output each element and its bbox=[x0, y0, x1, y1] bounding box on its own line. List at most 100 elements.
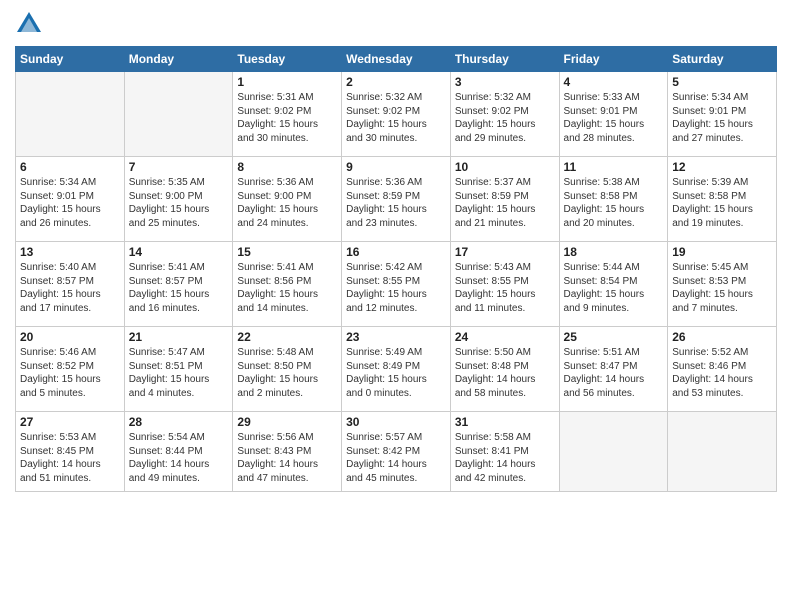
day-number: 10 bbox=[455, 160, 555, 174]
weekday-header-wednesday: Wednesday bbox=[342, 47, 451, 72]
calendar-cell: 7 Sunrise: 5:35 AM Sunset: 9:00 PM Daylig… bbox=[124, 157, 233, 242]
day-number: 15 bbox=[237, 245, 337, 259]
day-info: Sunrise: 5:47 AM Sunset: 8:51 PM Dayligh… bbox=[129, 346, 229, 400]
day-number: 5 bbox=[672, 75, 772, 89]
calendar-cell: 20 Sunrise: 5:46 AM Sunset: 8:52 PM Dayli… bbox=[16, 327, 125, 412]
day-number: 3 bbox=[455, 75, 555, 89]
weekday-header-row: SundayMondayTuesdayWednesdayThursdayFrid… bbox=[16, 47, 777, 72]
day-number: 23 bbox=[346, 330, 446, 344]
day-info: Sunrise: 5:33 AM Sunset: 9:01 PM Dayligh… bbox=[564, 91, 664, 145]
day-number: 20 bbox=[20, 330, 120, 344]
calendar-cell: 15Sunrise: 5:41 AM Sunset: 8:56 PM Dayli… bbox=[233, 242, 342, 327]
calendar-cell: 21 Sunrise: 5:47 AM Sunset: 8:51 PM Dayli… bbox=[124, 327, 233, 412]
calendar-cell: 6 Sunrise: 5:34 AM Sunset: 9:01 PM Daylig… bbox=[16, 157, 125, 242]
calendar-cell: 10Sunrise: 5:37 AM Sunset: 8:59 PM Dayli… bbox=[450, 157, 559, 242]
header bbox=[15, 10, 777, 38]
week-row-4: 20 Sunrise: 5:46 AM Sunset: 8:52 PM Dayli… bbox=[16, 327, 777, 412]
day-number: 11 bbox=[564, 160, 664, 174]
day-info: Sunrise: 5:48 AM Sunset: 8:50 PM Dayligh… bbox=[237, 346, 337, 400]
calendar-cell: 17 Sunrise: 5:43 AM Sunset: 8:55 PM Dayli… bbox=[450, 242, 559, 327]
day-number: 27 bbox=[20, 415, 120, 429]
calendar: SundayMondayTuesdayWednesdayThursdayFrid… bbox=[15, 46, 777, 492]
day-number: 9 bbox=[346, 160, 446, 174]
day-info: Sunrise: 5:36 AM Sunset: 9:00 PM Dayligh… bbox=[237, 176, 337, 230]
day-number: 6 bbox=[20, 160, 120, 174]
weekday-header-sunday: Sunday bbox=[16, 47, 125, 72]
calendar-cell: 5 Sunrise: 5:34 AM Sunset: 9:01 PM Daylig… bbox=[668, 72, 777, 157]
day-number: 12 bbox=[672, 160, 772, 174]
calendar-cell: 16Sunrise: 5:42 AM Sunset: 8:55 PM Dayli… bbox=[342, 242, 451, 327]
day-number: 17 bbox=[455, 245, 555, 259]
day-number: 18 bbox=[564, 245, 664, 259]
day-number: 29 bbox=[237, 415, 337, 429]
day-number: 26 bbox=[672, 330, 772, 344]
calendar-cell: 25 Sunrise: 5:51 AM Sunset: 8:47 PM Dayli… bbox=[559, 327, 668, 412]
week-row-3: 13 Sunrise: 5:40 AM Sunset: 8:57 PM Dayli… bbox=[16, 242, 777, 327]
calendar-cell: 28Sunrise: 5:54 AM Sunset: 8:44 PM Dayli… bbox=[124, 412, 233, 492]
weekday-header-monday: Monday bbox=[124, 47, 233, 72]
calendar-cell: 9 Sunrise: 5:36 AM Sunset: 8:59 PM Daylig… bbox=[342, 157, 451, 242]
day-info: Sunrise: 5:45 AM Sunset: 8:53 PM Dayligh… bbox=[672, 261, 772, 315]
day-info: Sunrise: 5:49 AM Sunset: 8:49 PM Dayligh… bbox=[346, 346, 446, 400]
day-info: Sunrise: 5:35 AM Sunset: 9:00 PM Dayligh… bbox=[129, 176, 229, 230]
day-number: 22 bbox=[237, 330, 337, 344]
calendar-cell: 29 Sunrise: 5:56 AM Sunset: 8:43 PM Dayli… bbox=[233, 412, 342, 492]
day-info: Sunrise: 5:40 AM Sunset: 8:57 PM Dayligh… bbox=[20, 261, 120, 315]
calendar-cell: 23 Sunrise: 5:49 AM Sunset: 8:49 PM Dayli… bbox=[342, 327, 451, 412]
weekday-header-friday: Friday bbox=[559, 47, 668, 72]
day-number: 30 bbox=[346, 415, 446, 429]
calendar-cell bbox=[559, 412, 668, 492]
logo-icon bbox=[15, 10, 43, 38]
day-info: Sunrise: 5:43 AM Sunset: 8:55 PM Dayligh… bbox=[455, 261, 555, 315]
day-number: 7 bbox=[129, 160, 229, 174]
logo bbox=[15, 10, 47, 38]
calendar-cell: 31 Sunrise: 5:58 AM Sunset: 8:41 PM Dayli… bbox=[450, 412, 559, 492]
day-info: Sunrise: 5:42 AM Sunset: 8:55 PM Dayligh… bbox=[346, 261, 446, 315]
day-info: Sunrise: 5:34 AM Sunset: 9:01 PM Dayligh… bbox=[672, 91, 772, 145]
day-number: 14 bbox=[129, 245, 229, 259]
day-info: Sunrise: 5:54 AM Sunset: 8:44 PM Dayligh… bbox=[129, 431, 229, 485]
calendar-cell: 27 Sunrise: 5:53 AM Sunset: 8:45 PM Dayli… bbox=[16, 412, 125, 492]
day-info: Sunrise: 5:56 AM Sunset: 8:43 PM Dayligh… bbox=[237, 431, 337, 485]
day-number: 31 bbox=[455, 415, 555, 429]
day-number: 19 bbox=[672, 245, 772, 259]
calendar-cell: 13 Sunrise: 5:40 AM Sunset: 8:57 PM Dayli… bbox=[16, 242, 125, 327]
day-info: Sunrise: 5:51 AM Sunset: 8:47 PM Dayligh… bbox=[564, 346, 664, 400]
calendar-cell: 11 Sunrise: 5:38 AM Sunset: 8:58 PM Dayli… bbox=[559, 157, 668, 242]
calendar-cell: 12Sunrise: 5:39 AM Sunset: 8:58 PM Dayli… bbox=[668, 157, 777, 242]
day-number: 4 bbox=[564, 75, 664, 89]
day-info: Sunrise: 5:38 AM Sunset: 8:58 PM Dayligh… bbox=[564, 176, 664, 230]
calendar-cell: 26 Sunrise: 5:52 AM Sunset: 8:46 PM Dayli… bbox=[668, 327, 777, 412]
calendar-cell: 4 Sunrise: 5:33 AM Sunset: 9:01 PM Daylig… bbox=[559, 72, 668, 157]
day-info: Sunrise: 5:58 AM Sunset: 8:41 PM Dayligh… bbox=[455, 431, 555, 485]
calendar-cell: 2 Sunrise: 5:32 AM Sunset: 9:02 PM Daylig… bbox=[342, 72, 451, 157]
day-info: Sunrise: 5:46 AM Sunset: 8:52 PM Dayligh… bbox=[20, 346, 120, 400]
calendar-cell bbox=[668, 412, 777, 492]
day-info: Sunrise: 5:32 AM Sunset: 9:02 PM Dayligh… bbox=[346, 91, 446, 145]
day-info: Sunrise: 5:36 AM Sunset: 8:59 PM Dayligh… bbox=[346, 176, 446, 230]
calendar-cell: 18 Sunrise: 5:44 AM Sunset: 8:54 PM Dayli… bbox=[559, 242, 668, 327]
week-row-2: 6 Sunrise: 5:34 AM Sunset: 9:01 PM Daylig… bbox=[16, 157, 777, 242]
calendar-cell: 14Sunrise: 5:41 AM Sunset: 8:57 PM Dayli… bbox=[124, 242, 233, 327]
day-info: Sunrise: 5:31 AM Sunset: 9:02 PM Dayligh… bbox=[237, 91, 337, 145]
day-number: 13 bbox=[20, 245, 120, 259]
day-info: Sunrise: 5:53 AM Sunset: 8:45 PM Dayligh… bbox=[20, 431, 120, 485]
calendar-cell: 8Sunrise: 5:36 AM Sunset: 9:00 PM Daylig… bbox=[233, 157, 342, 242]
day-info: Sunrise: 5:34 AM Sunset: 9:01 PM Dayligh… bbox=[20, 176, 120, 230]
calendar-cell bbox=[16, 72, 125, 157]
calendar-cell: 1Sunrise: 5:31 AM Sunset: 9:02 PM Daylig… bbox=[233, 72, 342, 157]
day-number: 21 bbox=[129, 330, 229, 344]
week-row-1: 1Sunrise: 5:31 AM Sunset: 9:02 PM Daylig… bbox=[16, 72, 777, 157]
calendar-cell: 19 Sunrise: 5:45 AM Sunset: 8:53 PM Dayli… bbox=[668, 242, 777, 327]
day-number: 25 bbox=[564, 330, 664, 344]
calendar-cell bbox=[124, 72, 233, 157]
week-row-5: 27 Sunrise: 5:53 AM Sunset: 8:45 PM Dayli… bbox=[16, 412, 777, 492]
weekday-header-tuesday: Tuesday bbox=[233, 47, 342, 72]
weekday-header-thursday: Thursday bbox=[450, 47, 559, 72]
day-number: 2 bbox=[346, 75, 446, 89]
calendar-cell: 22 Sunrise: 5:48 AM Sunset: 8:50 PM Dayli… bbox=[233, 327, 342, 412]
day-info: Sunrise: 5:57 AM Sunset: 8:42 PM Dayligh… bbox=[346, 431, 446, 485]
day-info: Sunrise: 5:44 AM Sunset: 8:54 PM Dayligh… bbox=[564, 261, 664, 315]
page: SundayMondayTuesdayWednesdayThursdayFrid… bbox=[0, 0, 792, 612]
day-info: Sunrise: 5:52 AM Sunset: 8:46 PM Dayligh… bbox=[672, 346, 772, 400]
